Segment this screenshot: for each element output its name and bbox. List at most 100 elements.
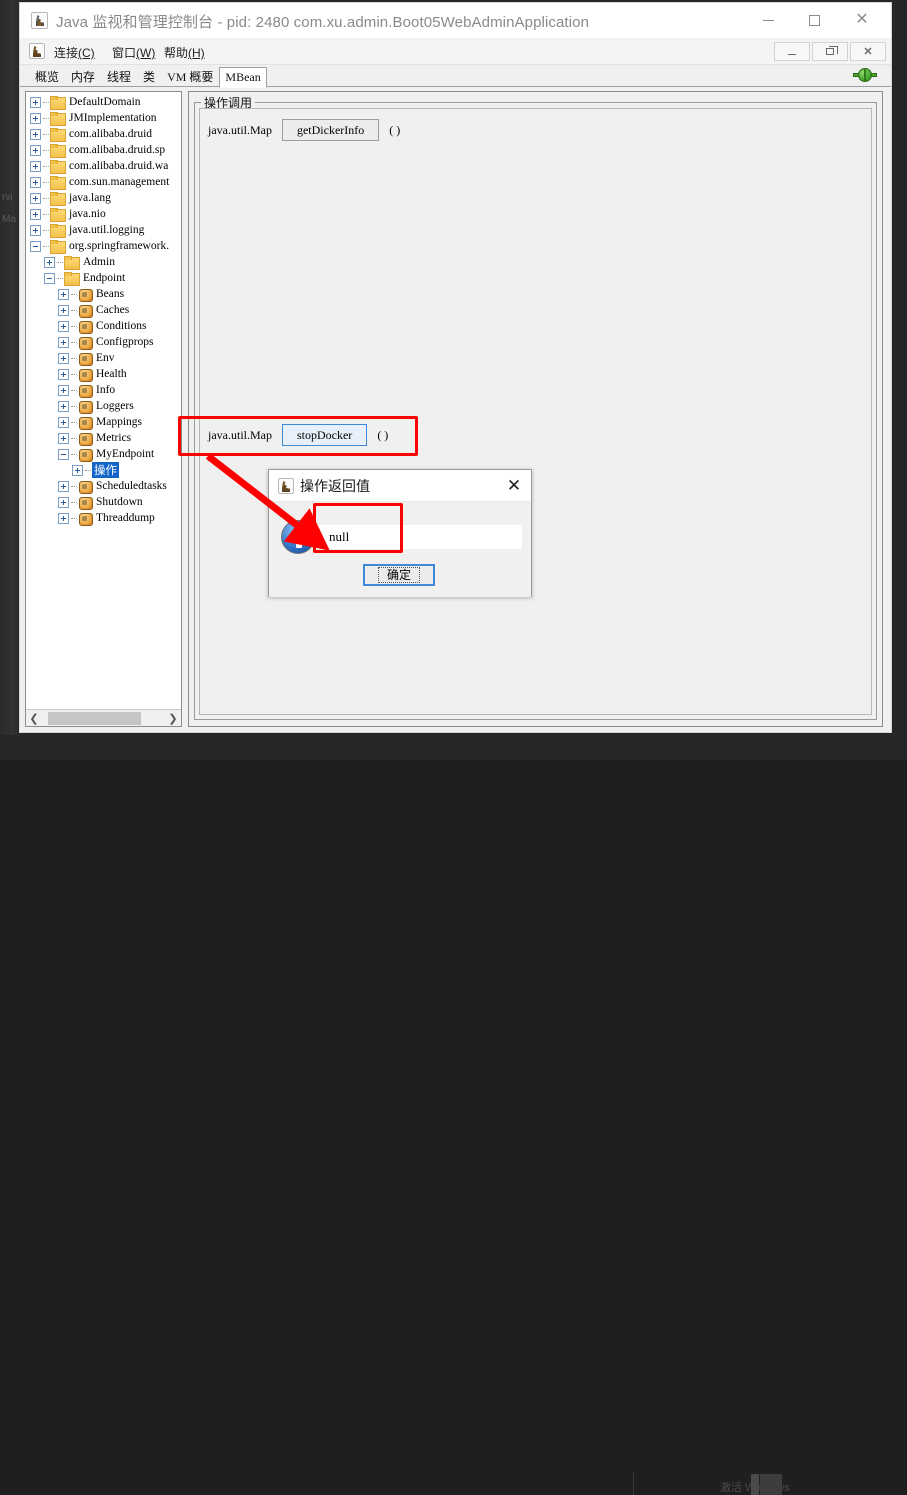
tree-node[interactable]: java.nio <box>26 206 181 222</box>
expand-plus-icon[interactable] <box>58 321 69 332</box>
tab-4[interactable]: VM 概要 <box>161 66 219 87</box>
tree-node[interactable]: java.lang <box>26 190 181 206</box>
expand-plus-icon[interactable] <box>30 209 41 220</box>
tab-5[interactable]: MBean <box>219 67 266 88</box>
tree-connector-line <box>71 294 77 295</box>
plug-right-prong <box>871 73 877 77</box>
scroll-left-arrow-icon[interactable]: ❮ <box>26 710 42 726</box>
operation-button-stopDocker[interactable]: stopDocker <box>282 424 367 446</box>
expand-plus-icon[interactable] <box>58 289 69 300</box>
expand-plus-icon[interactable] <box>30 177 41 188</box>
return-value-field[interactable]: null <box>315 524 523 550</box>
tree-node[interactable]: Beans <box>26 286 181 302</box>
operation-button-getDickerInfo[interactable]: getDickerInfo <box>282 119 379 141</box>
collapse-minus-icon[interactable] <box>58 449 69 460</box>
tree-node[interactable]: Configprops <box>26 334 181 350</box>
internal-frame-close-button[interactable]: ✕ <box>850 42 886 61</box>
tree-node[interactable]: MyEndpoint <box>26 446 181 462</box>
tree-node[interactable]: com.alibaba.druid.sp <box>26 142 181 158</box>
tree-node[interactable]: Health <box>26 366 181 382</box>
tree-node[interactable]: 操作 <box>26 462 181 478</box>
expand-plus-icon[interactable] <box>44 257 55 268</box>
menu-item-connection[interactable]: 连接(C) <box>51 43 98 62</box>
tree-node[interactable]: Scheduledtasks <box>26 478 181 494</box>
tree-node[interactable]: Caches <box>26 302 181 318</box>
expand-plus-icon[interactable] <box>30 225 41 236</box>
folder-icon <box>50 192 65 204</box>
dialog-close-button[interactable]: ✕ <box>501 473 527 499</box>
expand-plus-icon[interactable] <box>58 513 69 524</box>
tree-node[interactable]: Mappings <box>26 414 181 430</box>
jconsole-window: Java 监视和管理控制台 - pid: 2480 com.xu.admin.B… <box>19 2 892 733</box>
tree-scroll-thumb[interactable] <box>48 712 141 725</box>
tree-node[interactable]: Conditions <box>26 318 181 334</box>
tree-node[interactable]: DefaultDomain <box>26 94 181 110</box>
tree-node[interactable]: org.springframework. <box>26 238 181 254</box>
operation-list: java.util.Map getDickerInfo ( ) java.uti… <box>199 108 872 715</box>
tree-connector-line <box>71 358 77 359</box>
window-close-button[interactable]: ✕ <box>839 3 885 37</box>
expand-plus-icon[interactable] <box>58 481 69 492</box>
internal-frame-restore-button[interactable] <box>812 42 848 61</box>
menu-item-help-mnemonic: (H) <box>188 46 205 60</box>
tab-0[interactable]: 概览 <box>29 66 65 87</box>
tree-node[interactable]: com.alibaba.druid <box>26 126 181 142</box>
window-minimize-button[interactable] <box>745 3 791 37</box>
expand-plus-icon[interactable] <box>58 417 69 428</box>
tab-1[interactable]: 内存 <box>65 66 101 87</box>
tree-node[interactable]: Threaddump <box>26 510 181 526</box>
expand-plus-icon[interactable] <box>30 161 41 172</box>
expand-plus-icon[interactable] <box>58 305 69 316</box>
tree-node[interactable]: Info <box>26 382 181 398</box>
expand-plus-icon[interactable] <box>58 433 69 444</box>
ghost-text-2: Ma <box>2 214 16 225</box>
menu-item-help[interactable]: 帮助(H) <box>161 43 208 62</box>
tab-2[interactable]: 线程 <box>101 66 137 87</box>
internal-frame-minimize-button[interactable] <box>774 42 810 61</box>
expand-plus-icon[interactable] <box>58 369 69 380</box>
dialog-ok-button[interactable]: 确定 <box>363 564 435 586</box>
mbean-tree-scroll-area[interactable]: DefaultDomainJMImplementation com.alibaba… <box>26 92 181 709</box>
tree-connector-line <box>43 182 49 183</box>
scroll-right-arrow-icon[interactable]: ❯ <box>165 710 181 726</box>
expand-plus-icon[interactable] <box>30 193 41 204</box>
tree-node[interactable]: JMImplementation <box>26 110 181 126</box>
expand-plus-icon[interactable] <box>30 145 41 156</box>
collapse-minus-icon[interactable] <box>44 273 55 284</box>
collapse-minus-icon[interactable] <box>30 241 41 252</box>
mbean-icon <box>78 352 92 365</box>
tab-3[interactable]: 类 <box>137 66 161 87</box>
expand-plus-icon[interactable] <box>58 401 69 412</box>
expand-plus-icon[interactable] <box>30 97 41 108</box>
minimize-icon <box>763 20 774 21</box>
operation-row-stopDocker: java.util.Map stopDocker ( ) <box>208 422 388 448</box>
tree-connector-line <box>71 454 77 455</box>
tree-node-label: com.alibaba.druid <box>69 128 156 140</box>
expand-plus-icon[interactable] <box>30 129 41 140</box>
expand-plus-icon[interactable] <box>58 385 69 396</box>
folder-icon <box>50 176 65 188</box>
expand-plus-icon[interactable] <box>58 497 69 508</box>
tree-horizontal-scrollbar[interactable]: ❮ ❯ <box>26 709 181 726</box>
java-cup-icon-menu <box>29 43 45 59</box>
menu-item-window[interactable]: 窗口(W) <box>109 43 158 62</box>
tree-node[interactable]: com.alibaba.druid.wa <box>26 158 181 174</box>
folder-icon <box>50 128 65 140</box>
tree-node[interactable]: java.util.logging <box>26 222 181 238</box>
expand-plus-icon[interactable] <box>30 113 41 124</box>
tree-node[interactable]: Metrics <box>26 430 181 446</box>
operation-return-type: java.util.Map <box>208 428 272 443</box>
expand-plus-icon[interactable] <box>58 337 69 348</box>
tree-node[interactable]: Admin <box>26 254 181 270</box>
tree-node[interactable]: Shutdown <box>26 494 181 510</box>
window-maximize-button[interactable] <box>791 3 837 37</box>
tree-node[interactable]: com.sun.management <box>26 174 181 190</box>
tree-node[interactable]: Endpoint <box>26 270 181 286</box>
tree-node[interactable]: Loggers <box>26 398 181 414</box>
expand-plus-icon[interactable] <box>72 465 83 476</box>
mbean-icon <box>78 480 92 493</box>
tree-node[interactable]: Env <box>26 350 181 366</box>
expand-plus-icon[interactable] <box>58 353 69 364</box>
tree-node-label: Beans <box>96 288 128 300</box>
tree-node-label: Info <box>96 384 119 396</box>
